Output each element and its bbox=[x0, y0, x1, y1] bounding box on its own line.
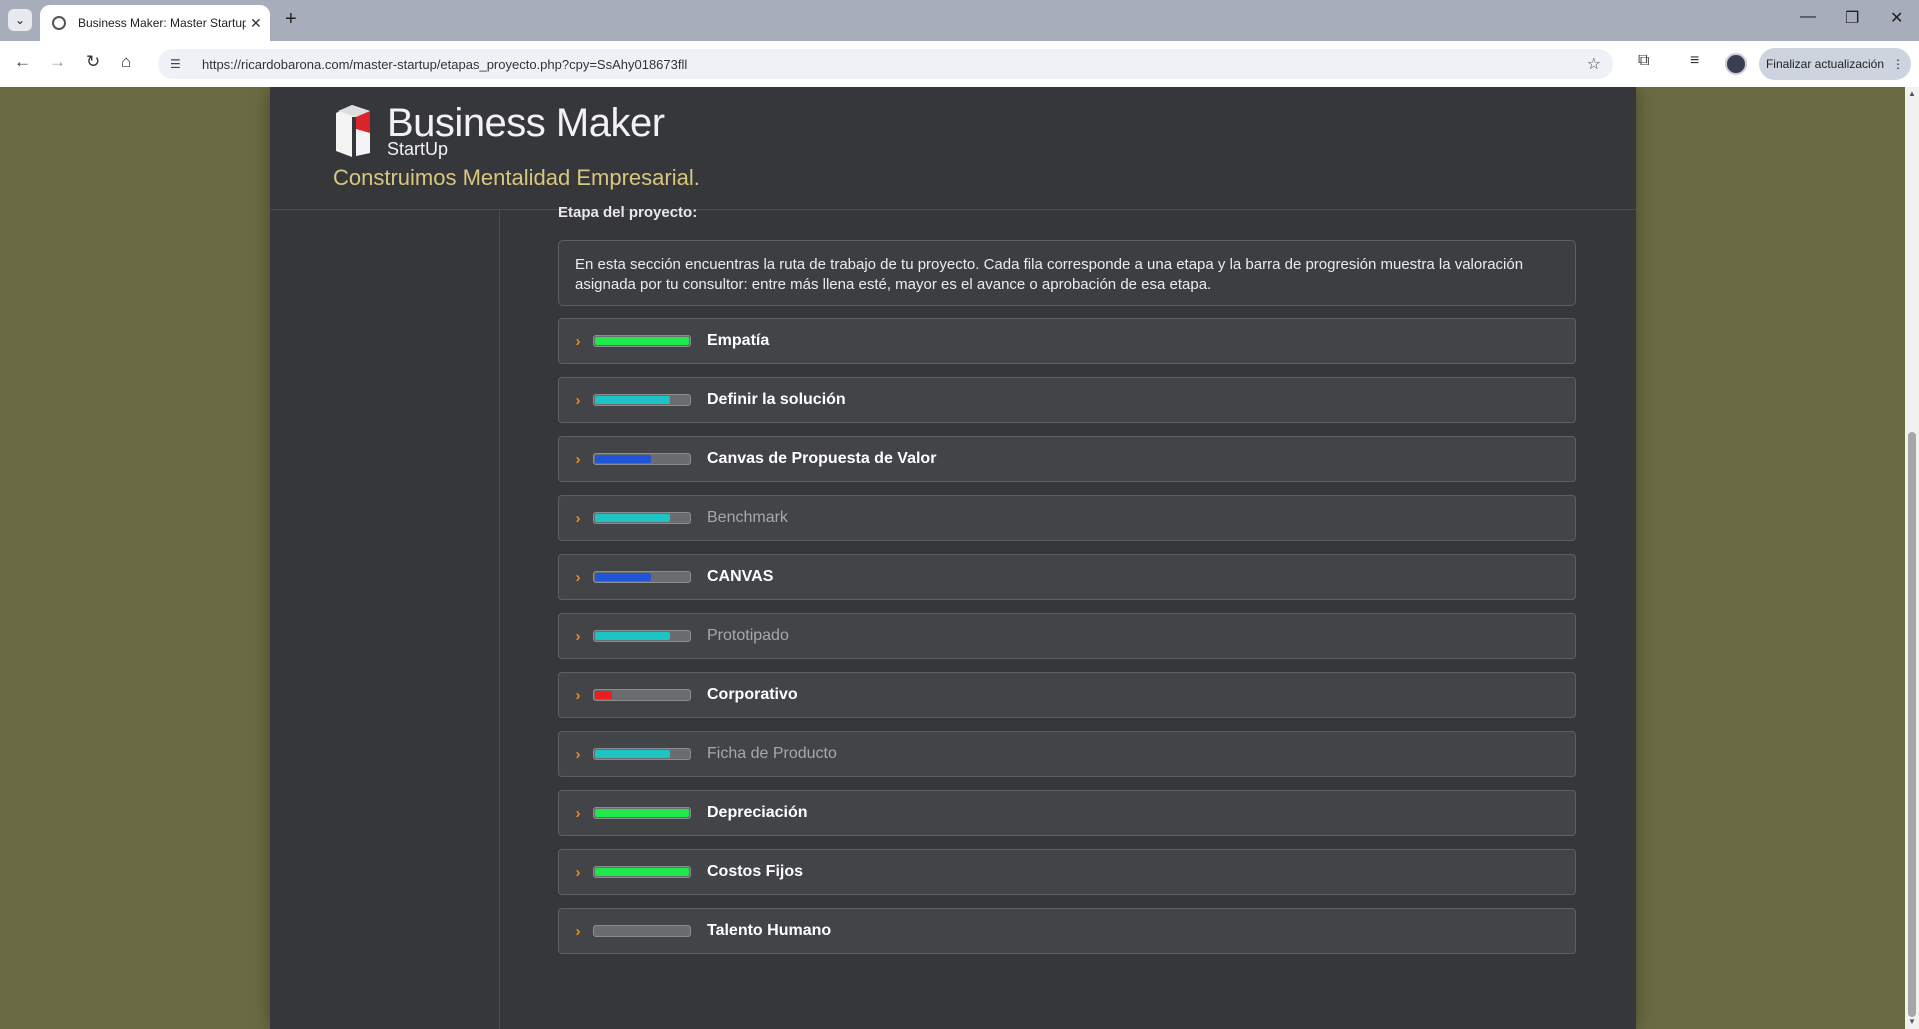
stage-row[interactable]: › Depreciación bbox=[558, 790, 1576, 836]
scroll-up-icon[interactable]: ▲ bbox=[1908, 89, 1916, 98]
back-icon[interactable]: ← bbox=[14, 52, 31, 72]
media-icon[interactable]: ≡ bbox=[1690, 52, 1699, 70]
chevron-right-icon[interactable]: › bbox=[563, 569, 593, 586]
stage-row[interactable]: › CANVAS bbox=[558, 554, 1576, 600]
page-container: Business Maker StartUp Construimos Menta… bbox=[270, 87, 1636, 1029]
minimize-icon[interactable]: — bbox=[1800, 8, 1816, 26]
stage-label: Definir la solución bbox=[707, 391, 846, 408]
window-close-icon[interactable]: ✕ bbox=[1890, 8, 1903, 28]
page-viewport: Business Maker StartUp Construimos Menta… bbox=[0, 87, 1905, 1029]
chevron-right-icon[interactable]: › bbox=[563, 628, 593, 645]
stage-progress-fill bbox=[595, 573, 651, 581]
chevron-right-icon[interactable]: › bbox=[563, 923, 593, 940]
stage-progress-bar bbox=[593, 571, 691, 583]
tab-title: Business Maker: Master Startup bbox=[78, 16, 246, 30]
section-title: Etapa del proyecto: bbox=[558, 204, 698, 221]
business-maker-logo-icon bbox=[336, 105, 370, 157]
bookmark-star-icon[interactable]: ☆ bbox=[1587, 54, 1601, 74]
stage-label: Empatía bbox=[707, 332, 770, 349]
stage-progress-fill bbox=[595, 337, 689, 345]
url-text[interactable]: https://ricardobarona.com/master-startup… bbox=[202, 57, 687, 72]
info-text: En esta sección encuentras la ruta de tr… bbox=[575, 256, 1524, 293]
stage-progress-bar bbox=[593, 453, 691, 465]
chevron-right-icon[interactable]: › bbox=[563, 510, 593, 527]
chevron-right-icon[interactable]: › bbox=[563, 333, 593, 350]
browser-toolbar: ← → ↻ ⌂ ☰ https://ricardobarona.com/mast… bbox=[0, 41, 1919, 88]
forward-icon[interactable]: → bbox=[49, 52, 66, 72]
more-vert-icon: ⋮ bbox=[1892, 57, 1905, 71]
stage-row[interactable]: › Costos Fijos bbox=[558, 849, 1576, 895]
chevron-down-icon: ⌄ bbox=[14, 13, 26, 27]
browser-tab[interactable]: Business Maker: Master Startup ✕ bbox=[40, 5, 270, 41]
scroll-down-icon[interactable]: ▼ bbox=[1908, 1017, 1916, 1026]
stage-progress-fill bbox=[595, 809, 689, 817]
tab-list-button[interactable]: ⌄ bbox=[8, 9, 32, 31]
stage-progress-bar bbox=[593, 394, 691, 406]
brand-subtitle: StartUp bbox=[387, 139, 449, 159]
stage-progress-fill bbox=[595, 632, 670, 640]
globe-icon bbox=[52, 16, 66, 30]
stage-progress-fill bbox=[595, 455, 651, 463]
stage-label: Talento Humano bbox=[707, 922, 832, 939]
stage-progress-bar bbox=[593, 748, 691, 760]
stage-progress-fill bbox=[595, 868, 689, 876]
tab-close-icon[interactable]: ✕ bbox=[250, 15, 262, 32]
stage-label: Benchmark bbox=[707, 509, 788, 526]
stage-progress-bar bbox=[593, 866, 691, 878]
stage-row[interactable]: › Definir la solución bbox=[558, 377, 1576, 423]
restore-icon[interactable]: ❐ bbox=[1845, 8, 1859, 28]
stage-label: CANVAS bbox=[707, 568, 774, 585]
home-icon[interactable]: ⌂ bbox=[121, 52, 131, 72]
stage-progress-bar bbox=[593, 512, 691, 524]
stage-progress-bar bbox=[593, 689, 691, 701]
sidebar bbox=[270, 210, 500, 1029]
chevron-right-icon[interactable]: › bbox=[563, 451, 593, 468]
stage-row[interactable]: › Ficha de Producto bbox=[558, 731, 1576, 777]
page-scrollbar[interactable]: ▲ ▼ bbox=[1905, 87, 1919, 1029]
stage-label: Prototipado bbox=[707, 627, 789, 644]
stage-row[interactable]: › Prototipado bbox=[558, 613, 1576, 659]
chevron-right-icon[interactable]: › bbox=[563, 746, 593, 763]
new-tab-button[interactable]: + bbox=[285, 8, 297, 31]
tagline: Construimos Mentalidad Empresarial. bbox=[333, 165, 700, 190]
site-info-icon[interactable]: ☰ bbox=[170, 57, 188, 71]
update-button-label: Finalizar actualización bbox=[1765, 57, 1885, 71]
stage-progress-bar bbox=[593, 807, 691, 819]
address-bar[interactable]: ☰ https://ricardobarona.com/master-start… bbox=[158, 49, 1613, 79]
stage-progress-bar bbox=[593, 925, 691, 937]
info-box: En esta sección encuentras la ruta de tr… bbox=[558, 240, 1576, 306]
stage-row[interactable]: › Empatía bbox=[558, 318, 1576, 364]
stage-label: Costos Fijos bbox=[707, 863, 804, 880]
reload-icon[interactable]: ↻ bbox=[86, 52, 100, 72]
extensions-icon[interactable]: ⧉ bbox=[1638, 52, 1649, 70]
stage-progress-bar bbox=[593, 630, 691, 642]
stage-label: Ficha de Producto bbox=[707, 745, 837, 762]
stage-progress-bar bbox=[593, 335, 691, 347]
stage-progress-fill bbox=[595, 396, 670, 404]
stage-label: Depreciación bbox=[707, 804, 808, 821]
stage-row[interactable]: › Benchmark bbox=[558, 495, 1576, 541]
stage-progress-fill bbox=[595, 750, 670, 758]
stage-progress-fill bbox=[595, 691, 613, 699]
chevron-right-icon[interactable]: › bbox=[563, 864, 593, 881]
stage-progress-fill bbox=[595, 514, 670, 522]
update-button[interactable]: Finalizar actualización ⋮ bbox=[1759, 48, 1911, 80]
stage-label: Corporativo bbox=[707, 686, 798, 703]
profile-avatar[interactable] bbox=[1725, 53, 1747, 75]
site-header: Business Maker StartUp Construimos Menta… bbox=[270, 87, 1636, 210]
stage-label: Canvas de Propuesta de Valor bbox=[707, 450, 937, 467]
chevron-right-icon[interactable]: › bbox=[563, 805, 593, 822]
stage-row[interactable]: › Corporativo bbox=[558, 672, 1576, 718]
chevron-right-icon[interactable]: › bbox=[563, 687, 593, 704]
scrollbar-thumb[interactable] bbox=[1908, 432, 1916, 1017]
stage-row[interactable]: › Talento Humano bbox=[558, 908, 1576, 954]
browser-tab-bar: ⌄ Business Maker: Master Startup ✕ + — ❐… bbox=[0, 0, 1919, 41]
chevron-right-icon[interactable]: › bbox=[563, 392, 593, 409]
stage-row[interactable]: › Canvas de Propuesta de Valor bbox=[558, 436, 1576, 482]
